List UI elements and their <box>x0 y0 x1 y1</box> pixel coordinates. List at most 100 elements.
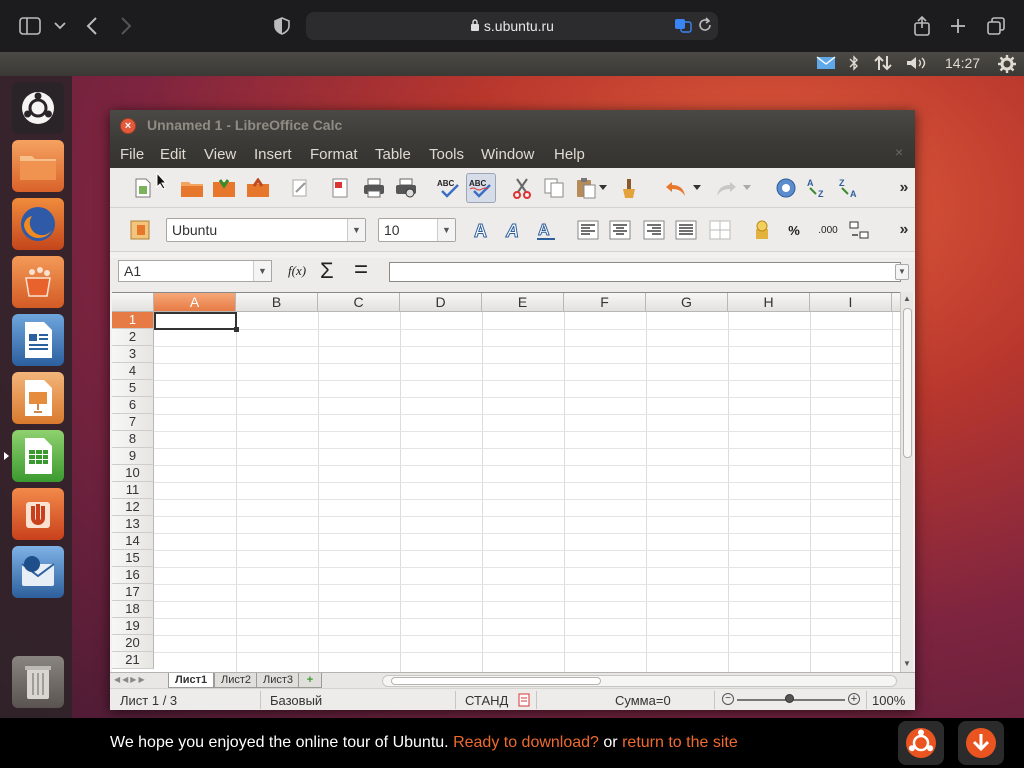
clone-formatting-icon[interactable] <box>616 176 640 200</box>
bluetooth-icon[interactable] <box>849 55 859 74</box>
row-header-1[interactable]: 1 <box>112 312 154 329</box>
italic-icon[interactable]: A <box>502 218 526 242</box>
impress-icon[interactable] <box>12 372 64 424</box>
gear-icon[interactable] <box>998 55 1016 76</box>
trash-icon[interactable] <box>12 656 64 708</box>
column-header-e[interactable]: E <box>482 293 564 312</box>
tabs-overview-icon[interactable] <box>984 14 1008 38</box>
navigator-icon[interactable] <box>774 176 798 200</box>
row-header-3[interactable]: 3 <box>112 346 154 363</box>
menu-help[interactable]: Help <box>554 146 585 163</box>
files-folder-icon[interactable] <box>12 140 64 192</box>
formula-input[interactable] <box>389 262 901 282</box>
column-header-g[interactable]: G <box>646 293 728 312</box>
vertical-scrollbar[interactable]: ▲ ▼ <box>900 292 913 672</box>
translate-icon[interactable] <box>674 17 692 38</box>
scroll-up-icon[interactable]: ▲ <box>903 294 911 303</box>
download-link[interactable]: Ready to download? <box>453 734 599 751</box>
sum-display[interactable]: Сумма=0 <box>615 693 671 708</box>
volume-icon[interactable] <box>906 56 928 73</box>
add-decimal-icon[interactable] <box>848 218 872 242</box>
column-header-c[interactable]: C <box>318 293 400 312</box>
column-header-i[interactable]: I <box>810 293 892 312</box>
row-header-5[interactable]: 5 <box>112 380 154 397</box>
row-header-8[interactable]: 8 <box>112 431 154 448</box>
thunderbird-icon[interactable] <box>12 546 64 598</box>
selection-mode[interactable]: СТАНД <box>465 693 508 708</box>
font-name-combo[interactable]: Ubuntu ▼ <box>166 218 366 242</box>
row-header-11[interactable]: 11 <box>112 482 154 499</box>
cut-icon[interactable] <box>510 176 534 200</box>
clock[interactable]: 14:27 <box>945 55 980 71</box>
print-icon[interactable] <box>362 176 386 200</box>
menu-format[interactable]: Format <box>310 146 358 163</box>
merge-cells-icon[interactable] <box>708 218 732 242</box>
export-pdf-icon[interactable] <box>328 176 352 200</box>
row-header-16[interactable]: 16 <box>112 567 154 584</box>
horizontal-scrollbar[interactable] <box>382 675 897 687</box>
menu-tools[interactable]: Tools <box>429 146 464 163</box>
close-window-button[interactable]: × <box>120 118 136 134</box>
underline-icon[interactable]: A <box>534 218 558 242</box>
styles-formatting-icon[interactable] <box>128 218 152 242</box>
spellcheck-icon[interactable]: ABC <box>436 176 462 200</box>
software-center-icon[interactable] <box>12 256 64 308</box>
row-header-9[interactable]: 9 <box>112 448 154 465</box>
currency-format-icon[interactable] <box>750 218 774 242</box>
add-sheet-icon[interactable]: + <box>298 673 322 688</box>
new-document-icon[interactable] <box>132 176 156 200</box>
scroll-down-icon[interactable]: ▼ <box>903 659 911 668</box>
dash-home-icon[interactable] <box>12 82 64 134</box>
horizontal-scroll-thumb[interactable] <box>391 677 601 685</box>
row-header-4[interactable]: 4 <box>112 363 154 380</box>
bold-icon[interactable]: A <box>470 218 494 242</box>
copy-icon[interactable] <box>542 176 566 200</box>
sheet-tab-2[interactable]: Лист2 <box>214 673 259 688</box>
menu-window[interactable]: Window <box>481 146 534 163</box>
return-link[interactable]: return to the site <box>622 734 738 751</box>
row-header-17[interactable]: 17 <box>112 584 154 601</box>
name-box-dropdown-icon[interactable]: ▼ <box>253 261 271 281</box>
forward-icon[interactable] <box>114 14 138 38</box>
paste-dropdown-icon[interactable] <box>598 176 608 200</box>
font-size-dropdown-icon[interactable]: ▼ <box>437 219 455 241</box>
row-header-20[interactable]: 20 <box>112 635 154 652</box>
format-toolbar-overflow-icon[interactable]: » <box>892 218 916 242</box>
column-header-a[interactable]: A <box>154 293 236 312</box>
font-name-dropdown-icon[interactable]: ▼ <box>347 219 365 241</box>
row-header-7[interactable]: 7 <box>112 414 154 431</box>
column-header-b[interactable]: B <box>236 293 318 312</box>
firefox-icon[interactable] <box>12 198 64 250</box>
save-icon[interactable] <box>212 176 236 200</box>
sidebar-icon[interactable] <box>18 14 42 38</box>
back-icon[interactable] <box>80 14 104 38</box>
row-header-19[interactable]: 19 <box>112 618 154 635</box>
zoom-out-icon[interactable]: − <box>722 693 734 705</box>
sheet-tab-1[interactable]: Лист1 <box>168 673 215 688</box>
undo-dropdown-icon[interactable] <box>692 176 702 200</box>
menu-edit[interactable]: Edit <box>160 146 186 163</box>
decimal-format-button[interactable]: .000 <box>814 218 842 242</box>
sort-descending-icon[interactable]: ZA <box>838 176 862 200</box>
menu-file[interactable]: File <box>120 146 144 163</box>
close-document-icon[interactable]: × <box>895 144 903 160</box>
autospellcheck-icon[interactable]: ABC <box>466 173 496 203</box>
sort-ascending-icon[interactable]: AZ <box>806 176 830 200</box>
menu-view[interactable]: View <box>204 146 236 163</box>
share-icon[interactable] <box>910 14 934 38</box>
address-bar[interactable]: s.ubuntu.ru <box>306 12 718 40</box>
sheet-tab-3[interactable]: Лист3 <box>256 673 301 688</box>
vertical-scroll-thumb[interactable] <box>903 308 912 458</box>
privacy-shield-icon[interactable] <box>270 14 294 38</box>
column-header-d[interactable]: D <box>400 293 482 312</box>
calc-icon[interactable] <box>12 430 64 482</box>
reload-icon[interactable] <box>698 17 712 38</box>
row-header-18[interactable]: 18 <box>112 601 154 618</box>
row-header-2[interactable]: 2 <box>112 329 154 346</box>
spreadsheet-grid[interactable]: A B C D E F G H I 1 2 3 4 5 6 7 8 9 10 1… <box>112 292 902 672</box>
justify-icon[interactable] <box>674 218 698 242</box>
menu-table[interactable]: Table <box>375 146 411 163</box>
ubuntu-one-icon[interactable] <box>12 488 64 540</box>
row-header-13[interactable]: 13 <box>112 516 154 533</box>
row-header-10[interactable]: 10 <box>112 465 154 482</box>
